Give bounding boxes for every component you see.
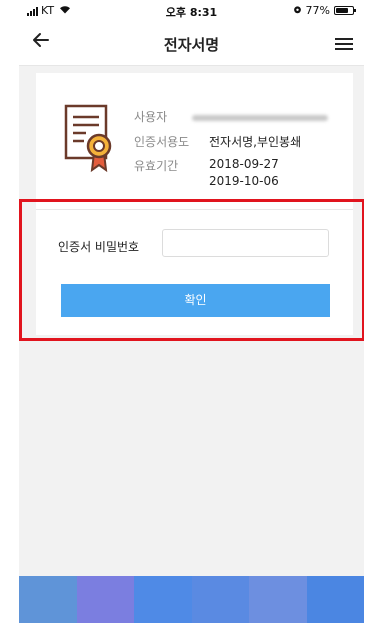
battery-icon [334, 6, 356, 15]
user-name-redacted [192, 115, 328, 121]
bottom-bar-segment [76, 576, 134, 623]
bottom-bar-segment [191, 576, 249, 623]
user-label: 사용자 [134, 110, 168, 124]
status-bar: KT 오후 8:31 77% [19, 0, 364, 22]
highlight-box [19, 199, 364, 341]
app-screen: KT 오후 8:31 77% 전자서명 사용자 인증서용도 전자서명,부인봉쇄 … [19, 0, 364, 623]
page-title: 전자서명 [163, 36, 220, 54]
bottom-bar-segment [134, 576, 192, 623]
bottom-bar-segment [306, 576, 364, 623]
alarm-icon [293, 4, 302, 17]
valid-to-date: 2019-10-06 [209, 174, 279, 188]
bottom-bar-segment [19, 576, 77, 623]
valid-from-date: 2018-09-27 [209, 157, 279, 171]
bottom-bar-segment [249, 576, 307, 623]
certificate-icon [64, 104, 112, 173]
header: 전자서명 [19, 22, 364, 66]
usage-label: 인증서용도 [134, 135, 190, 149]
validity-label: 유효기간 [134, 159, 179, 173]
status-right: 77% [293, 4, 356, 17]
battery-fill [336, 8, 348, 13]
usage-value: 전자서명,부인봉쇄 [209, 135, 302, 149]
bottom-bar [19, 576, 364, 623]
battery-percent: 77% [305, 4, 330, 17]
hamburger-menu-icon[interactable] [332, 32, 356, 56]
